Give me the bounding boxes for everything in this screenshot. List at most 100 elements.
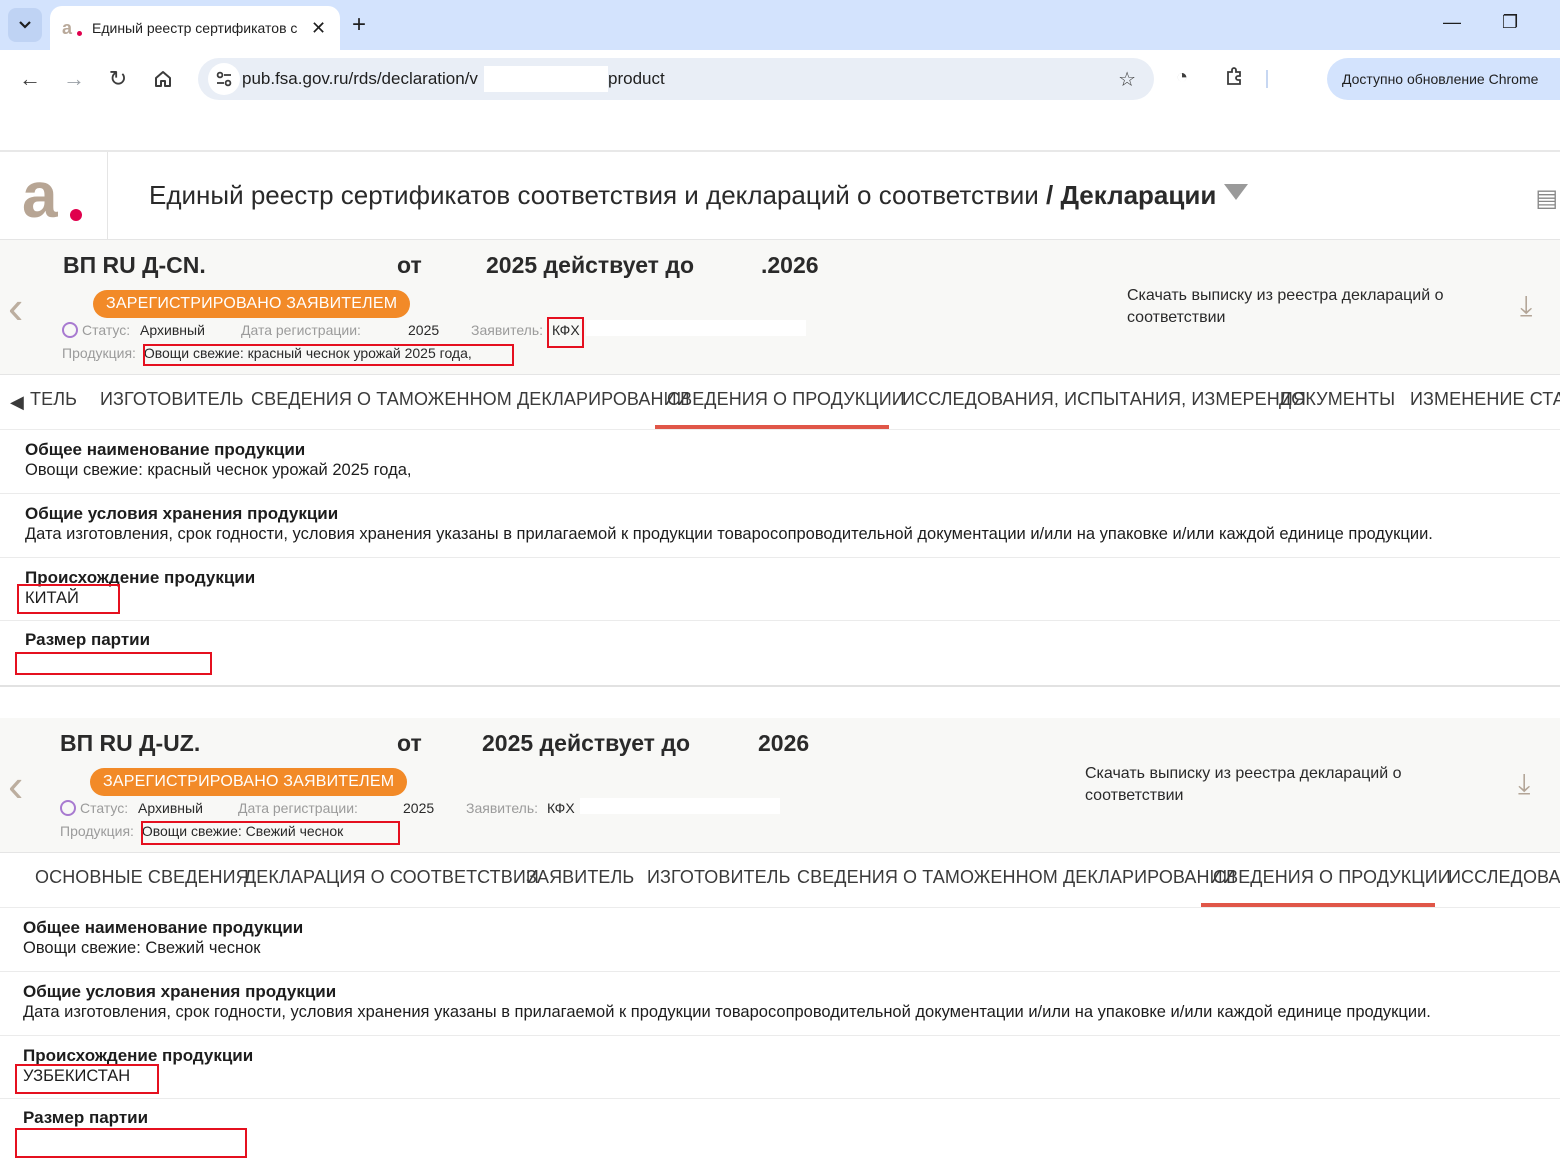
declaration-number-prefix: ВП RU Д-CN.	[63, 252, 206, 278]
logo-letter-icon: a	[22, 159, 58, 231]
declaration-tabs: ОСНОВНЫЕ СВЕДЕНИЯ ДЕКЛАРАЦИЯ О СООТВЕТСТ…	[0, 852, 1560, 908]
home-icon[interactable]	[149, 65, 177, 93]
address-bar[interactable]: pub.fsa.gov.ru/rds/declaration/v product…	[198, 58, 1154, 100]
declaration-validity: 2025 действует до	[482, 730, 690, 756]
status-badge: ЗАРЕГИСТРИРОВАНО ЗАЯВИТЕЛЕМ	[93, 290, 411, 318]
status-value: Архивный	[138, 800, 203, 816]
field-label: Размер партии	[23, 1108, 149, 1127]
extensions-puzzle-icon[interactable]	[1224, 66, 1244, 92]
back-icon[interactable]: ←	[16, 65, 44, 93]
site-title: Единый реестр сертификатов соответствия …	[149, 180, 1249, 211]
print-icon[interactable]: ▤	[1535, 184, 1558, 213]
browser-tab-title: Единый реестр сертификатов соответствия …	[92, 20, 297, 36]
applicant-label: Заявитель:	[466, 800, 539, 816]
back-chevron-icon[interactable]: ‹	[8, 762, 23, 808]
declaration-header: ‹ ВП RU Д-UZ. от 2025 действует до 2026 …	[0, 718, 1560, 852]
browser-tab[interactable]: a Единый реестр сертификатов соответстви…	[50, 6, 340, 50]
status-label: Статус:	[82, 322, 131, 338]
tab-search-button[interactable]	[8, 8, 42, 42]
declaration-until-year: 2026	[758, 730, 810, 756]
section-dropdown-icon[interactable]	[1224, 184, 1249, 200]
scroll-left-icon[interactable]: ◀	[10, 392, 24, 413]
field-value: КИТАЙ	[25, 589, 79, 607]
tab-basic-info[interactable]: ОСНОВНЫЕ СВЕДЕНИЯ	[35, 867, 249, 888]
declaration-from-label: от	[397, 730, 422, 756]
site-section[interactable]: / Декларации	[1046, 180, 1216, 210]
highlight-batch-size	[15, 652, 212, 675]
tab-product-info[interactable]: СВЕДЕНИЯ О ПРОДУКЦИИ	[667, 389, 905, 410]
download-extract-link[interactable]: Скачать выписку из реестра деклараций о …	[1085, 763, 1445, 807]
tab-research[interactable]: ИССЛЕДОВАНИЯ, ИСПЫТАНИЯ, ИЗМЕРЕНИЯ	[902, 389, 1306, 410]
tab-applicant[interactable]: ТЕЛЬ	[30, 389, 77, 410]
site-logo[interactable]: a	[0, 152, 108, 240]
registration-label: Дата регистрации:	[238, 800, 358, 816]
status-label: Статус:	[80, 800, 129, 816]
status-row: Статус: Архивный	[62, 322, 205, 338]
site-favicon-icon: a	[62, 18, 82, 38]
redacted-applicant	[586, 320, 806, 336]
site-title-text: Единый реестр сертификатов соответствия …	[149, 180, 1039, 210]
field-value: Дата изготовления, срок годности, услови…	[23, 1003, 1431, 1021]
back-chevron-icon[interactable]: ‹	[8, 284, 23, 330]
field-label: Размер партии	[25, 630, 151, 649]
forward-icon[interactable]: →	[60, 65, 88, 93]
product-value: Овощи свежие: Свежий чеснок	[141, 823, 344, 839]
minimize-icon[interactable]: —	[1443, 12, 1461, 33]
chevron-down-icon	[19, 21, 31, 29]
url-text: pub.fsa.gov.ru/rds/declaration/v	[242, 69, 478, 88]
tab-status-change[interactable]: ИЗМЕНЕНИЕ СТАТУ	[1410, 389, 1560, 410]
status-badge: ЗАРЕГИСТРИРОВАНО ЗАЯВИТЕЛЕМ	[90, 768, 408, 796]
declaration-number-prefix: ВП RU Д-UZ.	[60, 730, 201, 756]
field-value: Дата изготовления, срок годности, услови…	[25, 525, 1433, 543]
field-origin: Происхождение продукции УЗБЕКИСТАН	[0, 1036, 1560, 1099]
product-row: Продукция: Овощи свежие: Свежий чеснок	[60, 823, 343, 839]
browser-toolbar: ← → ↻ pub.fsa.gov.ru/rds/declaration/v p…	[0, 50, 1560, 108]
tab-manufacturer[interactable]: ИЗГОТОВИТЕЛЬ	[100, 389, 244, 410]
field-label: Общие условия хранения продукции	[23, 982, 337, 1001]
tab-declaration[interactable]: ДЕКЛАРАЦИЯ О СООТВЕТСТВИИ	[244, 867, 539, 888]
bookmark-star-icon[interactable]: ☆	[1118, 67, 1136, 92]
download-extract-link[interactable]: Скачать выписку из реестра деклараций о …	[1127, 285, 1487, 329]
tab-documents[interactable]: ДОКУМЕНТЫ	[1279, 389, 1395, 410]
download-icon[interactable]: ⤓	[1518, 768, 1530, 801]
applicant-value: КФХ	[552, 322, 580, 338]
site-info-icon[interactable]	[208, 63, 240, 95]
tab-customs[interactable]: СВЕДЕНИЯ О ТАМОЖЕННОМ ДЕКЛАРИРОВАНИИ	[797, 867, 1236, 888]
extension-icon[interactable]: ◔	[1176, 66, 1188, 89]
field-value: Овощи свежие: красный чеснок урожай 2025…	[25, 461, 412, 479]
redacted-url-part	[484, 66, 608, 92]
declaration-card-2: ‹ ВП RU Д-UZ. от 2025 действует до 2026 …	[0, 718, 1560, 1164]
field-storage-conditions: Общие условия хранения продукции Дата из…	[0, 972, 1560, 1036]
url-suffix: product	[608, 69, 665, 88]
close-tab-icon[interactable]: ✕	[311, 18, 326, 39]
tab-manufacturer[interactable]: ИЗГОТОВИТЕЛЬ	[647, 867, 791, 888]
field-label: Происхождение продукции	[23, 1046, 254, 1065]
declaration-until-year: .2026	[761, 252, 819, 278]
field-label: Общие условия хранения продукции	[25, 504, 339, 523]
tab-product-info[interactable]: СВЕДЕНИЯ О ПРОДУКЦИИ	[1213, 867, 1451, 888]
field-product-name: Общее наименование продукции Овощи свежи…	[0, 908, 1560, 972]
status-row: Статус: Архивный	[60, 800, 203, 816]
status-icon	[62, 322, 78, 338]
new-tab-icon[interactable]: +	[352, 12, 366, 38]
field-batch-size: Размер партии	[0, 1099, 1560, 1163]
highlight-batch-size	[15, 1128, 247, 1158]
tab-research[interactable]: ИССЛЕДОВАН	[1448, 867, 1560, 888]
declaration-number: ВП RU Д-UZ.	[60, 730, 200, 757]
tab-customs[interactable]: СВЕДЕНИЯ О ТАМОЖЕННОМ ДЕКЛАРИРОВАНИИ	[251, 389, 690, 410]
download-icon[interactable]: ⤓	[1520, 290, 1532, 323]
reload-icon[interactable]: ↻	[104, 65, 132, 93]
declaration-validity: 2025 действует до	[486, 252, 694, 278]
restore-icon[interactable]: ❐	[1502, 12, 1518, 33]
product-row: Продукция: Овощи свежие: красный чеснок …	[62, 345, 472, 361]
applicant-value: КФХ	[547, 800, 575, 816]
product-label: Продукция:	[62, 345, 136, 361]
toolbar-separator	[1266, 70, 1268, 88]
field-batch-size: Размер партии	[0, 621, 1560, 685]
declaration-header: ‹ ВП RU Д-CN. от 2025 действует до .2026…	[0, 240, 1560, 374]
declaration-from-label: от	[397, 252, 422, 278]
status-value: Архивный	[140, 322, 205, 338]
tab-applicant[interactable]: ЗАЯВИТЕЛЬ	[526, 867, 634, 888]
field-origin: Происхождение продукции КИТАЙ	[0, 558, 1560, 621]
chrome-update-button[interactable]: Доступно обновление Chrome	[1327, 58, 1560, 100]
